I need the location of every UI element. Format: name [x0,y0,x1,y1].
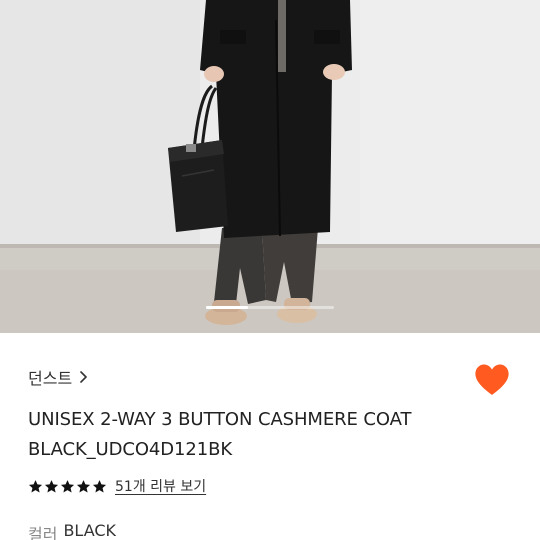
brand-link[interactable]: 던스트 [28,364,90,390]
product-title: UNISEX 2-WAY 3 BUTTON CASHMERE COAT BLAC… [28,405,518,465]
option-label: 컬러 [28,525,58,540]
product-title-line1: UNISEX 2-WAY 3 BUTTON CASHMERE COAT [28,409,412,430]
option-value: BLACK [63,521,117,540]
chevron-right-icon [80,371,87,383]
star-icon [92,479,107,492]
star-rating [28,479,107,494]
product-image[interactable] [0,0,540,333]
color-option: 컬러 BLACK [28,521,116,540]
star-icon [60,479,75,492]
gallery-progress-indicator [206,306,334,309]
gallery-progress-fill [206,306,249,309]
product-title-line2: BLACK_UDCO4D121BK [28,439,233,460]
rating-row: 51개 리뷰 보기 [28,474,206,498]
product-photo [0,0,540,333]
heart-icon[interactable] [473,362,511,398]
star-icon [44,479,59,492]
star-icon [76,479,91,492]
review-link[interactable]: 51개 리뷰 보기 [115,476,206,496]
brand-name: 던스트 [28,369,73,388]
star-icon [28,479,43,492]
